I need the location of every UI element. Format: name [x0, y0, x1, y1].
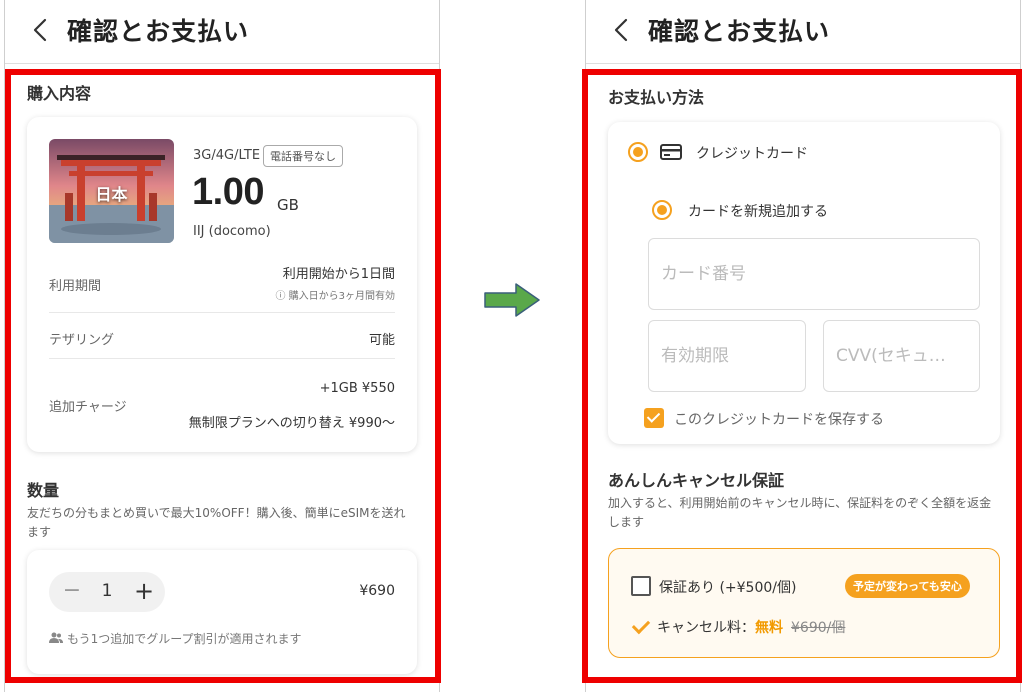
guarantee-checkbox[interactable]	[631, 576, 651, 596]
quantity-stepper: − 1 +	[49, 572, 165, 612]
quantity-card: − 1 + ¥690 もう1つ追加でグループ割引が適用されます	[27, 550, 417, 674]
card-number-input[interactable]	[661, 239, 979, 309]
network-type: 3G/4G/LTE	[193, 148, 261, 163]
back-arrow-icon[interactable]	[27, 16, 55, 44]
right-screen: 確認とお支払い お支払い方法 クレジットカード カードを新規追加する このクレジ…	[585, 0, 1021, 692]
cancel-fee-label: キャンセル料：	[657, 620, 755, 636]
cvv-field[interactable]	[823, 320, 980, 392]
group-icon	[49, 632, 63, 643]
data-amount: 1.00	[192, 171, 264, 213]
new-card-label[interactable]: カードを新規追加する	[688, 201, 828, 221]
cancel-fee: キャンセル料：無料 ¥690/個	[657, 617, 845, 637]
header: 確認とお支払い	[586, 0, 1020, 64]
group-discount-note: もう1つ追加でグループ割引が適用されます	[49, 630, 302, 647]
decrease-button[interactable]: −	[59, 578, 85, 606]
guarantee-option-box[interactable]: 保証あり (+¥500/個) 予定が変わっても安心 キャンセル料：無料 ¥690/…	[608, 548, 1000, 658]
no-phone-number-badge: 電話番号なし	[263, 145, 343, 167]
extra-charge-gb: +1GB ¥550	[319, 381, 395, 396]
quantity-value: 1	[101, 581, 113, 601]
total-price: ¥690	[359, 583, 395, 599]
group-discount-text: もう1つ追加でグループ割引が適用されます	[67, 632, 302, 646]
cancel-fee-free: 無料	[755, 620, 783, 636]
save-card-checkbox[interactable]	[644, 408, 664, 428]
destination-label: 日本	[95, 185, 128, 204]
credit-card-label[interactable]: クレジットカード	[696, 143, 808, 163]
extra-charge-unlimited: 無制限プランへの切り替え ¥990〜	[188, 416, 395, 431]
new-card-radio[interactable]	[652, 200, 672, 220]
page-title: 確認とお支払い	[67, 17, 250, 46]
guarantee-option-label[interactable]: 保証あり (+¥500/個)	[659, 577, 796, 597]
payment-section-title: お支払い方法	[608, 88, 705, 107]
period-value: 利用開始から1日間	[282, 267, 395, 282]
peace-of-mind-badge: 予定が変わっても安心	[845, 574, 970, 598]
card-number-field[interactable]	[648, 238, 980, 310]
purchase-section-title: 購入内容	[27, 84, 92, 103]
divider	[49, 358, 395, 359]
period-note: ⓘ 購入日から3ヶ月間有効	[275, 291, 395, 302]
payment-card: クレジットカード カードを新規追加する このクレジットカードを保存する	[608, 122, 1000, 444]
tethering-value: 可能	[368, 333, 395, 348]
expiry-input[interactable]	[661, 321, 805, 391]
increase-button[interactable]: +	[131, 578, 157, 606]
expiry-field[interactable]	[648, 320, 806, 392]
page-title: 確認とお支払い	[648, 17, 831, 46]
destination-image: 日本	[49, 139, 174, 243]
quantity-description: 友だちの分もまとめ買いで最大10%OFF！購入後、簡単にeSIMを送れます	[27, 506, 406, 539]
quantity-section-title: 数量	[27, 481, 60, 500]
left-screen: 確認とお支払い 購入内容 日本 3G/4G/LTE 電話番号なし 1.00 GB…	[4, 0, 440, 692]
guarantee-section-title: あんしんキャンセル保証	[608, 471, 785, 490]
back-arrow-icon[interactable]	[608, 16, 636, 44]
period-label: 利用期間	[49, 279, 102, 294]
cvv-input[interactable]	[836, 321, 979, 391]
credit-card-radio[interactable]	[628, 142, 648, 162]
save-card-label[interactable]: このクレジットカードを保存する	[674, 409, 884, 429]
carrier-name: IIJ (docomo)	[193, 224, 271, 239]
arrow-right-icon	[484, 283, 540, 317]
product-card: 日本 3G/4G/LTE 電話番号なし 1.00 GB IIJ (docomo)…	[27, 117, 417, 452]
checkmark-icon	[631, 615, 651, 635]
data-unit: GB	[277, 196, 299, 214]
guarantee-description: 加入すると、利用開始前のキャンセル時に、保証料をのぞく全額を返金します	[608, 496, 992, 529]
extra-charge-label: 追加チャージ	[49, 400, 127, 415]
cancel-fee-original: ¥690/個	[791, 620, 846, 636]
tethering-label: テザリング	[49, 333, 115, 348]
divider	[49, 312, 395, 313]
credit-card-icon	[660, 144, 682, 160]
header: 確認とお支払い	[5, 0, 439, 64]
